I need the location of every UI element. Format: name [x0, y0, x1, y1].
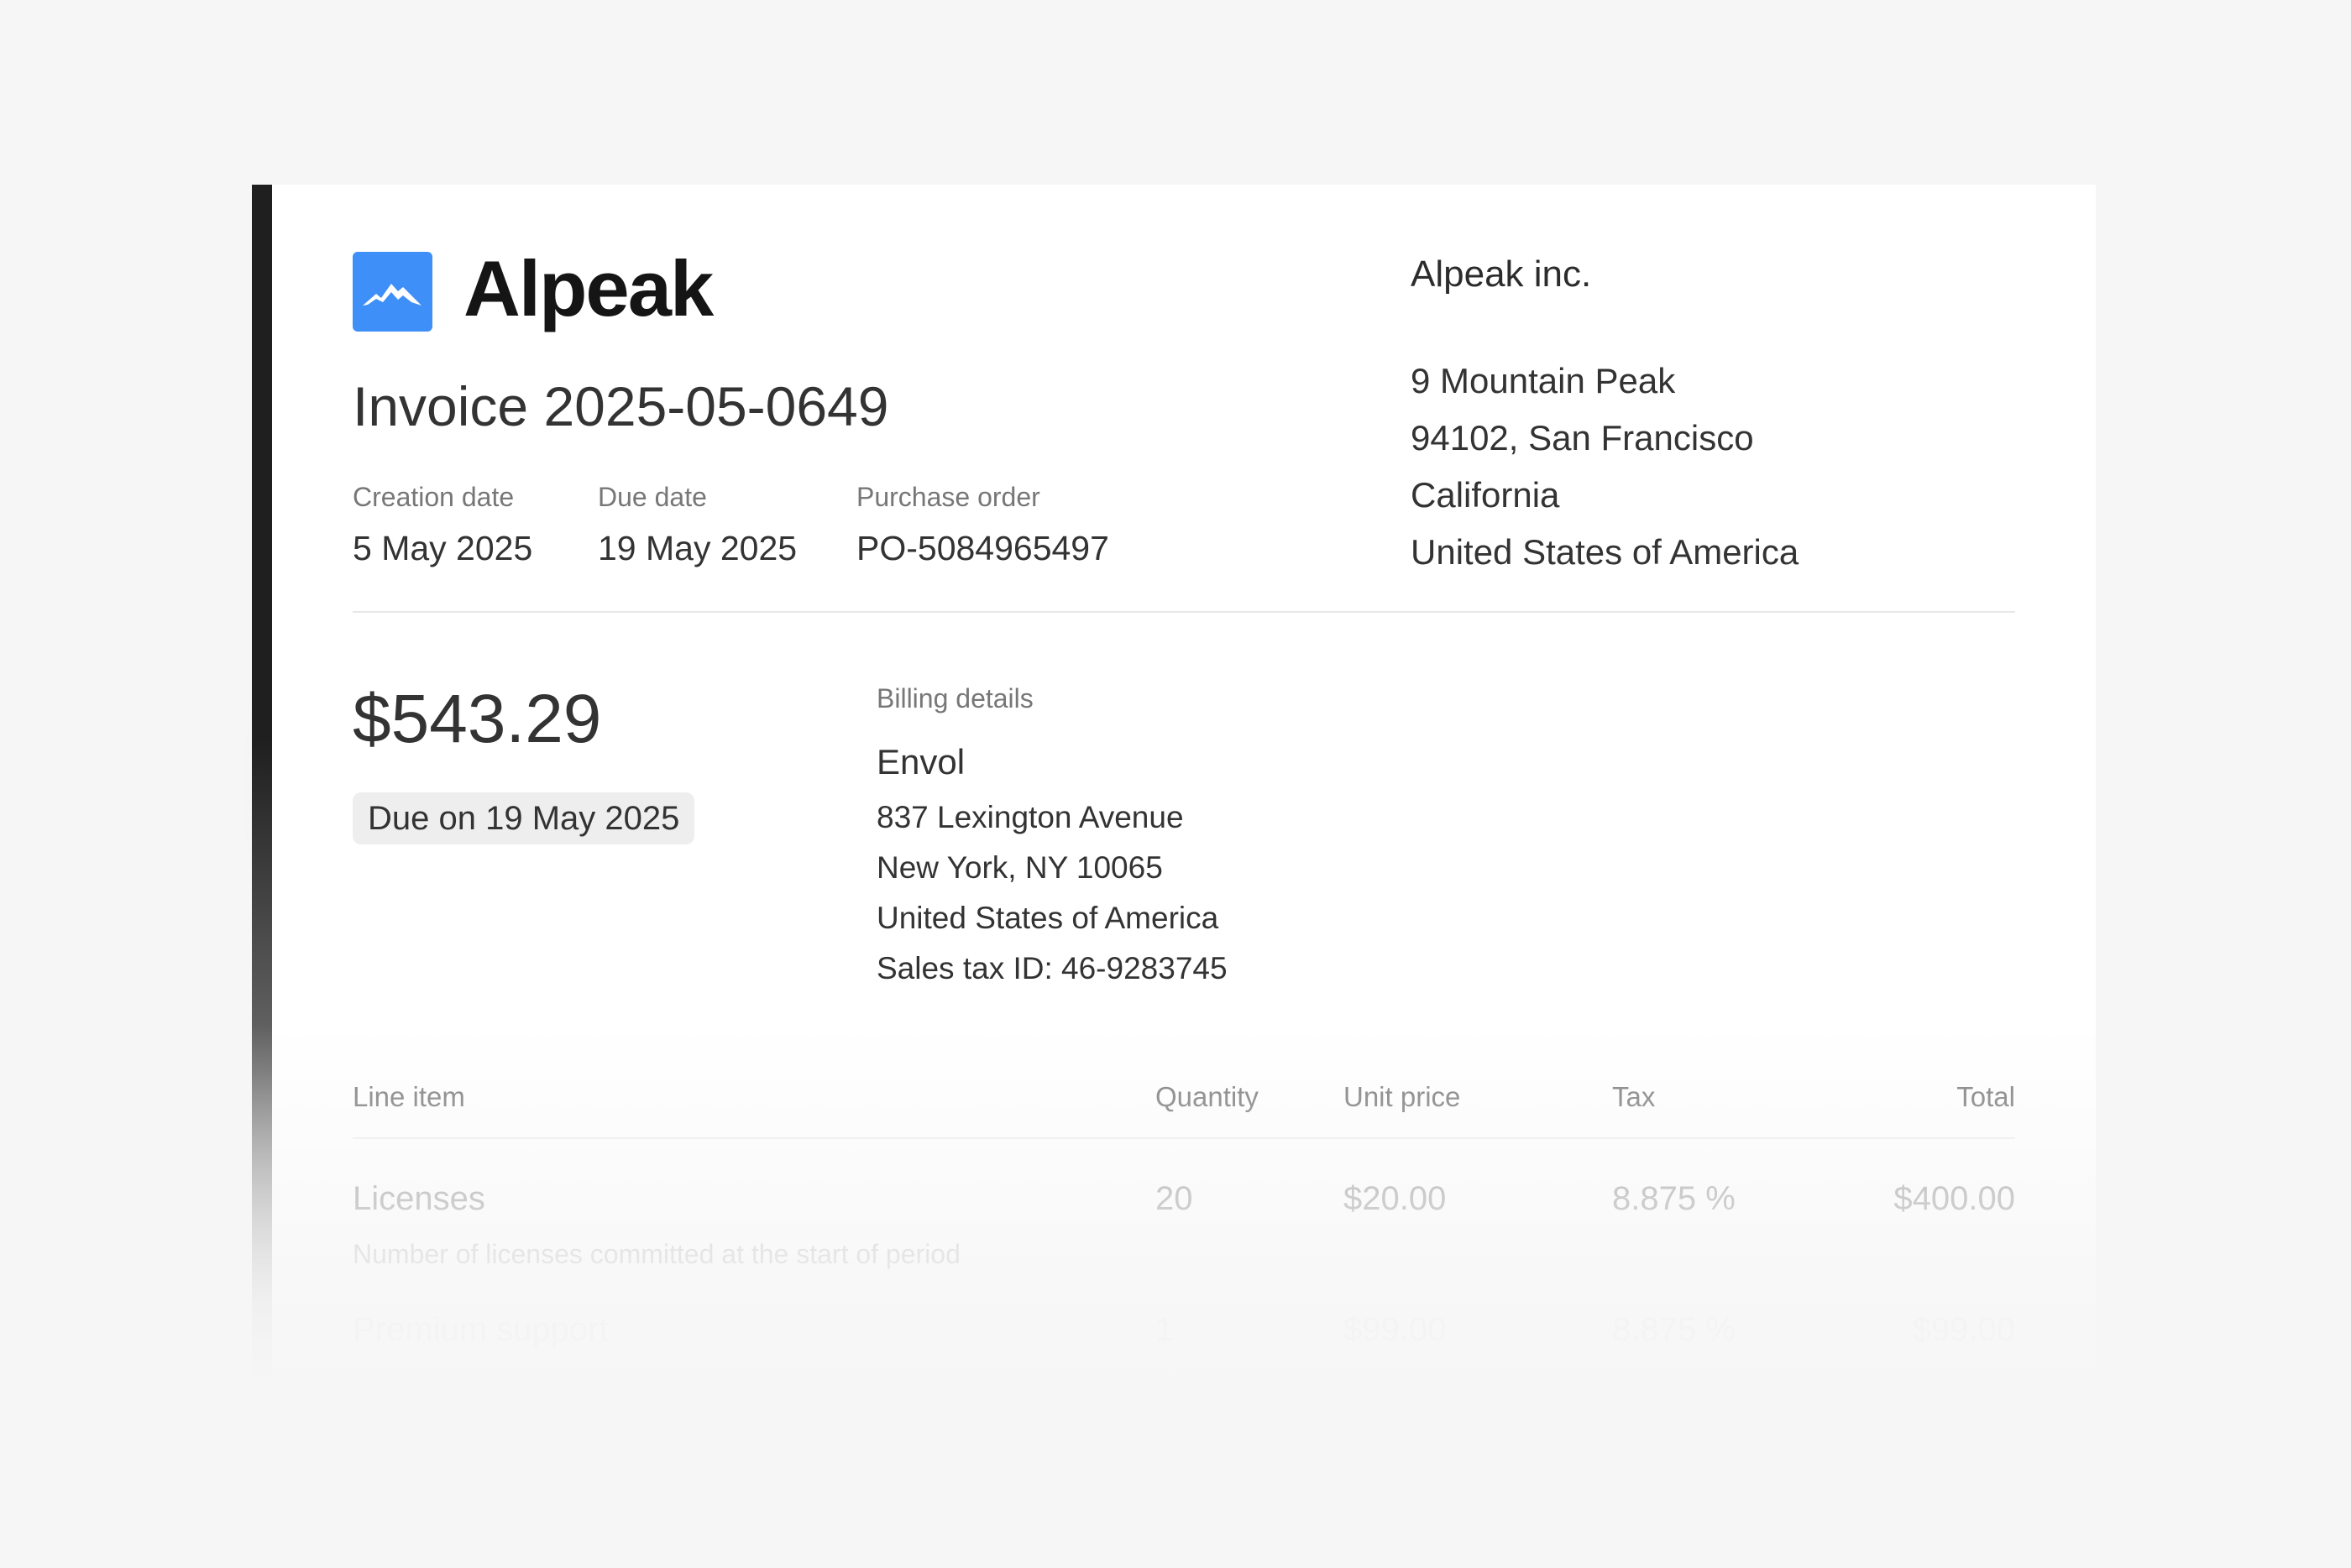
line-item-quantity: 20 [1155, 1180, 1193, 1217]
purchase-order-label: Purchase order [856, 482, 1040, 512]
creation-date-label: Creation date [353, 482, 515, 512]
line-item-name: Premium support [353, 1311, 609, 1348]
purchase-order-value: PO-5084965497 [856, 529, 1109, 567]
billing-name: Envol [877, 742, 966, 781]
address-line: United States of America [1411, 532, 1799, 572]
line-item-tax: 8.875 % [1612, 1180, 1736, 1217]
company-address: 9 Mountain Peak 94102, San Francisco Cal… [1411, 353, 1799, 581]
company-legal-name: Alpeak inc. [1411, 253, 1592, 295]
line-item-name: Licenses [353, 1180, 485, 1217]
line-item-unit-price: $20.00 [1343, 1180, 1447, 1217]
line-item-quantity: 1 [1155, 1311, 1175, 1348]
table-header-divider [353, 1137, 2015, 1139]
due-date-label: Due date [598, 482, 707, 512]
invoice-accent-bar [252, 185, 272, 1419]
column-header-total: Total [1956, 1081, 2015, 1112]
billing-line: United States of America [877, 901, 1219, 935]
billing-line: New York, NY 10065 [877, 850, 1163, 885]
column-header-tax: Tax [1612, 1081, 1656, 1112]
column-header-unit-price: Unit price [1343, 1081, 1461, 1112]
header-divider [353, 611, 2015, 613]
creation-date-value: 5 May 2025 [353, 529, 533, 567]
address-line: 94102, San Francisco [1411, 418, 1754, 457]
billing-details-label: Billing details [877, 683, 1034, 713]
billing-line: Sales tax ID: 46-9283745 [877, 951, 1228, 985]
column-header-quantity: Quantity [1155, 1081, 1259, 1112]
due-date-badge: Due on 19 May 2025 [353, 792, 695, 844]
address-line: California [1411, 475, 1560, 515]
amount-due: $543.29 [353, 681, 602, 757]
line-item-total: $99.00 [1912, 1311, 2015, 1348]
address-line: 9 Mountain Peak [1411, 361, 1676, 400]
line-item-total: $400.00 [1893, 1180, 2015, 1217]
mountain-icon [363, 284, 422, 306]
brand-name: Alpeak [463, 244, 714, 332]
invoice-title: Invoice 2025-05-0649 [353, 375, 889, 437]
billing-line: 837 Lexington Avenue [877, 800, 1184, 834]
line-item-tax: 8.875 % [1612, 1311, 1736, 1348]
mountain-logo-icon [353, 252, 432, 332]
line-item-description: Number of licenses committed at the star… [353, 1239, 961, 1269]
line-item-unit-price: $99.00 [1343, 1311, 1447, 1348]
column-header-line-item: Line item [353, 1081, 465, 1112]
due-date-value: 19 May 2025 [598, 529, 798, 567]
billing-address: 837 Lexington Avenue New York, NY 10065 … [877, 792, 1228, 994]
